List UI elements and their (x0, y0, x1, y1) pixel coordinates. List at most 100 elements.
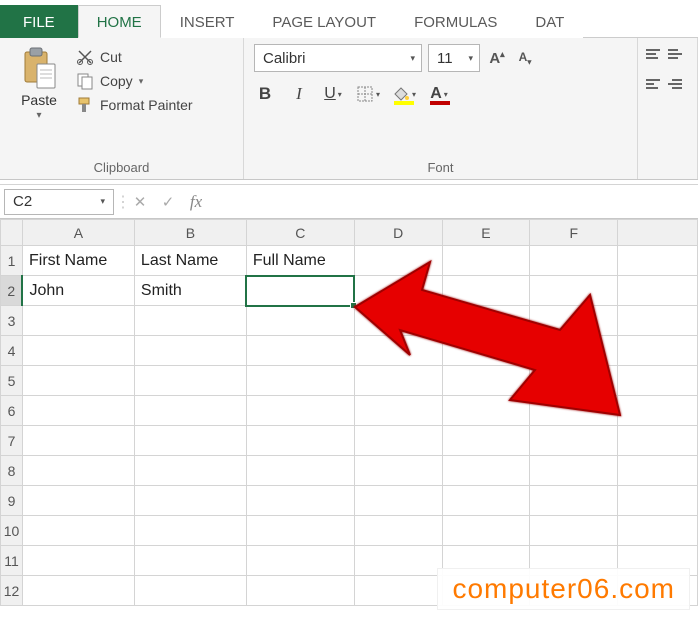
font-name-select[interactable]: Calibri ▾ (254, 44, 422, 72)
row-header-3[interactable]: 3 (1, 306, 23, 336)
cell-B12[interactable] (134, 576, 246, 606)
cell-A7[interactable] (22, 426, 134, 456)
cell-B10[interactable] (134, 516, 246, 546)
tab-insert[interactable]: INSERT (161, 5, 254, 38)
italic-button[interactable]: I (288, 82, 310, 106)
cell-F9[interactable] (530, 486, 618, 516)
cell-B7[interactable] (134, 426, 246, 456)
grid[interactable]: A B C D E F 1First NameLast NameFull Nam… (0, 219, 698, 606)
cell-B3[interactable] (134, 306, 246, 336)
cell-G4[interactable] (618, 336, 698, 366)
cell-D7[interactable] (354, 426, 442, 456)
cut-button[interactable]: Cut (76, 48, 193, 66)
cell-D4[interactable] (354, 336, 442, 366)
cell-C7[interactable] (246, 426, 354, 456)
copy-button[interactable]: Copy ▾ (76, 72, 193, 90)
cell-A9[interactable] (22, 486, 134, 516)
cell-G7[interactable] (618, 426, 698, 456)
cell-F3[interactable] (530, 306, 618, 336)
insert-function-button[interactable]: fx (182, 189, 210, 215)
cell-A6[interactable] (22, 396, 134, 426)
cell-G2[interactable] (618, 276, 698, 306)
paste-button[interactable]: Paste ▾ (10, 44, 68, 121)
cell-C10[interactable] (246, 516, 354, 546)
cell-B9[interactable] (134, 486, 246, 516)
cell-E8[interactable] (442, 456, 530, 486)
cell-B8[interactable] (134, 456, 246, 486)
cell-E3[interactable] (442, 306, 530, 336)
row-header-1[interactable]: 1 (1, 246, 23, 276)
row-header-4[interactable]: 4 (1, 336, 23, 366)
cell-D3[interactable] (354, 306, 442, 336)
row-header-2[interactable]: 2 (1, 276, 23, 306)
cell-G6[interactable] (618, 396, 698, 426)
cell-F1[interactable] (530, 246, 618, 276)
cell-A4[interactable] (22, 336, 134, 366)
underline-button[interactable]: U▾ (322, 82, 344, 106)
col-header-F[interactable]: F (530, 220, 618, 246)
cell-E1[interactable] (442, 246, 530, 276)
cell-B11[interactable] (134, 546, 246, 576)
tab-home[interactable]: HOME (78, 5, 161, 38)
cell-A2[interactable]: John (22, 276, 134, 306)
cell-C9[interactable] (246, 486, 354, 516)
cell-E7[interactable] (442, 426, 530, 456)
col-header-D[interactable]: D (354, 220, 442, 246)
cell-F10[interactable] (530, 516, 618, 546)
font-color-button[interactable]: A ▾ (428, 82, 450, 106)
cell-C3[interactable] (246, 306, 354, 336)
col-header-B[interactable]: B (134, 220, 246, 246)
row-header-6[interactable]: 6 (1, 396, 23, 426)
row-header-5[interactable]: 5 (1, 366, 23, 396)
cell-A10[interactable] (22, 516, 134, 546)
fill-color-button[interactable]: ▾ (392, 82, 416, 106)
align-center-button[interactable] (668, 74, 688, 94)
cell-F8[interactable] (530, 456, 618, 486)
cell-A11[interactable] (22, 546, 134, 576)
align-middle-button[interactable] (668, 44, 688, 64)
cell-B5[interactable] (134, 366, 246, 396)
cell-E6[interactable] (442, 396, 530, 426)
row-header-7[interactable]: 7 (1, 426, 23, 456)
cell-B6[interactable] (134, 396, 246, 426)
cell-B1[interactable]: Last Name (134, 246, 246, 276)
tab-formulas[interactable]: FORMULAS (395, 5, 516, 38)
cell-G8[interactable] (618, 456, 698, 486)
row-header-8[interactable]: 8 (1, 456, 23, 486)
col-header-C[interactable]: C (246, 220, 354, 246)
col-header-E[interactable]: E (442, 220, 530, 246)
cell-F2[interactable] (530, 276, 618, 306)
bold-button[interactable]: B (254, 82, 276, 106)
tab-page-layout[interactable]: PAGE LAYOUT (253, 5, 395, 38)
cell-E4[interactable] (442, 336, 530, 366)
decrease-font-size-button[interactable]: A▾ (514, 47, 536, 69)
cell-D9[interactable] (354, 486, 442, 516)
cell-B2[interactable]: Smith (134, 276, 246, 306)
cell-D10[interactable] (354, 516, 442, 546)
cell-G3[interactable] (618, 306, 698, 336)
cell-C5[interactable] (246, 366, 354, 396)
cell-C4[interactable] (246, 336, 354, 366)
cell-D5[interactable] (354, 366, 442, 396)
cell-C11[interactable] (246, 546, 354, 576)
cell-C6[interactable] (246, 396, 354, 426)
borders-button[interactable]: ▾ (356, 82, 380, 106)
tab-file[interactable]: FILE (0, 5, 78, 38)
increase-font-size-button[interactable]: A▴ (486, 47, 508, 69)
cell-E5[interactable] (442, 366, 530, 396)
cell-D2[interactable] (354, 276, 442, 306)
cell-G10[interactable] (618, 516, 698, 546)
cell-B4[interactable] (134, 336, 246, 366)
cell-F6[interactable] (530, 396, 618, 426)
cell-D8[interactable] (354, 456, 442, 486)
cell-C8[interactable] (246, 456, 354, 486)
cell-C1[interactable]: Full Name (246, 246, 354, 276)
cell-A1[interactable]: First Name (22, 246, 134, 276)
cell-A3[interactable] (22, 306, 134, 336)
row-header-9[interactable]: 9 (1, 486, 23, 516)
cell-C2[interactable] (246, 276, 354, 306)
font-size-select[interactable]: 11 ▾ (428, 44, 480, 72)
tab-data[interactable]: DAT (516, 5, 583, 38)
format-painter-button[interactable]: Format Painter (76, 96, 193, 114)
name-box[interactable]: C2 ▾ (4, 189, 114, 215)
